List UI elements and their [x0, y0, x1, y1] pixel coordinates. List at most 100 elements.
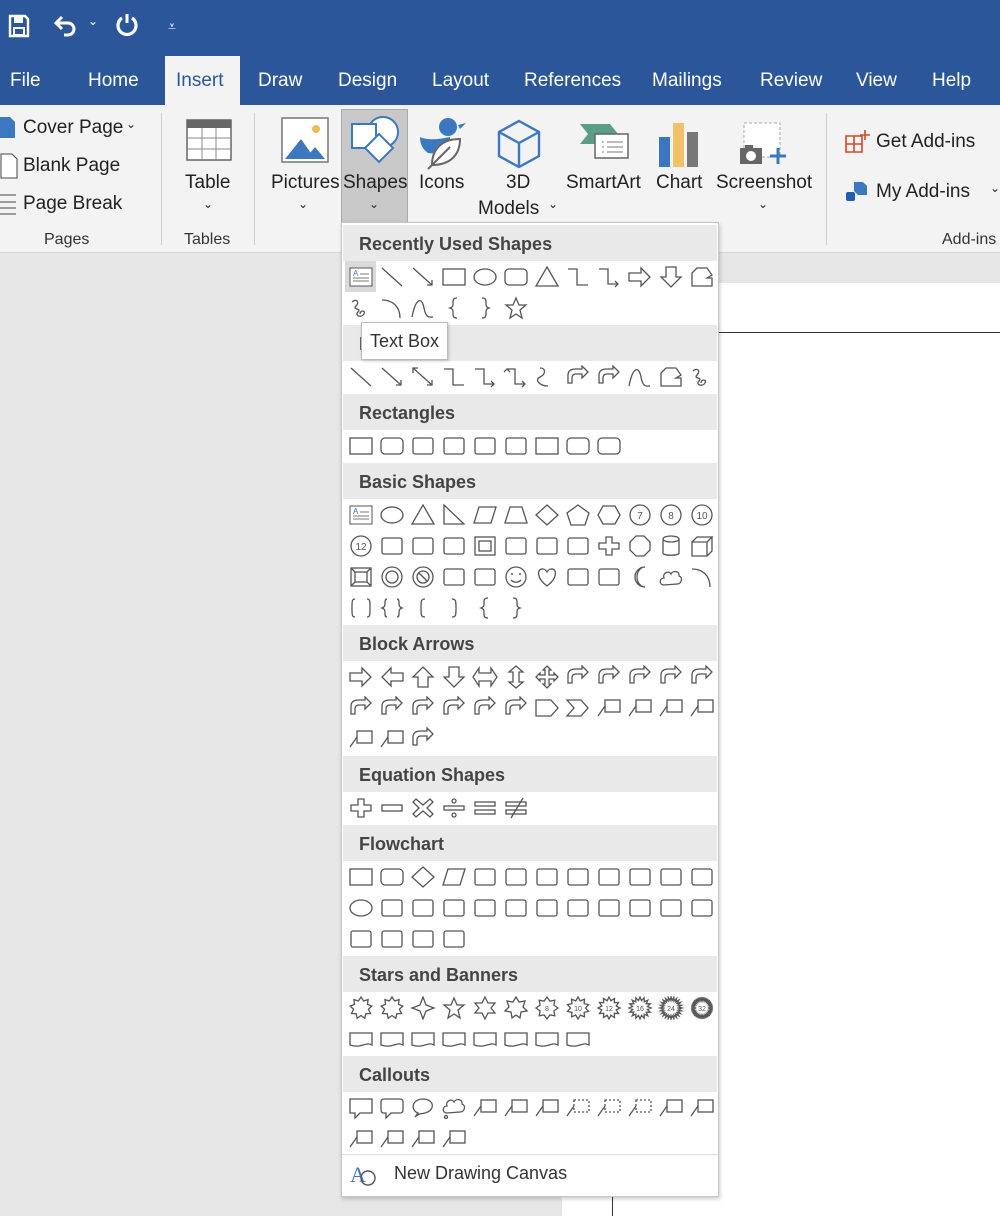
shape-snip2-rect-icon[interactable]	[438, 430, 469, 461]
shape-striped-right-arrow-icon[interactable]	[469, 692, 500, 723]
shape-rect-icon[interactable]	[438, 261, 469, 292]
shape-rounded-rect-callout-icon[interactable]	[376, 1092, 407, 1123]
shape-octagon-icon[interactable]	[624, 530, 655, 561]
shape-chevron-icon[interactable]	[562, 692, 593, 723]
shape-ellipse-icon[interactable]	[376, 499, 407, 530]
shape-ribbon-down-icon[interactable]	[376, 1023, 407, 1054]
shape-divide-icon[interactable]	[438, 792, 469, 823]
shape-magnetic-disk-icon[interactable]	[376, 923, 407, 954]
shape-double-wave-icon[interactable]	[562, 1023, 593, 1054]
tab-insert[interactable]: Insert	[165, 56, 240, 105]
undo-dropdown-icon[interactable]: ⌄	[88, 14, 98, 28]
shape-rect-icon[interactable]	[531, 430, 562, 461]
shape-multiply-icon[interactable]	[407, 792, 438, 823]
shape-minus-icon[interactable]	[376, 792, 407, 823]
shape-freeform-icon[interactable]	[686, 261, 717, 292]
shape-line-icon[interactable]	[345, 361, 376, 392]
shape-line-callout1-accent-icon[interactable]	[655, 1092, 686, 1123]
new-drawing-canvas-item[interactable]: A New Drawing Canvas	[342, 1154, 718, 1192]
shape-horizontal-scroll-icon[interactable]	[500, 1023, 531, 1054]
shape-line-callout3-icon[interactable]	[531, 1092, 562, 1123]
shape-rounded-rect-icon[interactable]	[500, 261, 531, 292]
shape-internal-storage-icon[interactable]	[500, 861, 531, 892]
shape-line-callout1-border-icon[interactable]	[376, 1123, 407, 1154]
shape-triangle-icon[interactable]	[531, 261, 562, 292]
shape-ellipse-icon[interactable]	[469, 261, 500, 292]
shape-smiley-icon[interactable]	[500, 561, 531, 592]
shape-card-icon[interactable]	[407, 892, 438, 923]
shape-left-arrow-callout-icon[interactable]	[655, 692, 686, 723]
shape-right-triangle-icon[interactable]	[438, 499, 469, 530]
shape-left-right-arrow-icon[interactable]	[469, 661, 500, 692]
shape-down-arrow-icon[interactable]	[655, 261, 686, 292]
shape-bent-arrow-icon[interactable]	[593, 661, 624, 692]
shape-bevel-icon[interactable]	[345, 561, 376, 592]
shape-line-callout1-icon[interactable]	[469, 1092, 500, 1123]
shape-right-arrow-icon[interactable]	[624, 261, 655, 292]
shape-teardrop-icon[interactable]	[438, 530, 469, 561]
shape-double-arrow-line-icon[interactable]	[407, 361, 438, 392]
tab-draw[interactable]: Draw	[248, 56, 312, 105]
shape-curve-double-arrow-icon[interactable]	[593, 361, 624, 392]
shape-vertical-scroll-icon[interactable]	[469, 1023, 500, 1054]
shape-sun-icon[interactable]	[593, 561, 624, 592]
shape-chord-icon[interactable]	[407, 530, 438, 561]
shape-delay-icon[interactable]	[686, 892, 717, 923]
shape-up-arrow-callout-icon[interactable]	[686, 692, 717, 723]
shape-line-callout2-noborder-icon[interactable]	[593, 1092, 624, 1123]
shape-cloud-callout-icon[interactable]	[438, 1092, 469, 1123]
shape-star4-icon[interactable]	[407, 992, 438, 1023]
shape-plus-icon[interactable]	[345, 792, 376, 823]
shape-curved-right-arrow-icon[interactable]	[345, 692, 376, 723]
shape-star24-icon[interactable]: 24	[655, 992, 686, 1023]
shape-curved-down-arrow-icon[interactable]	[438, 692, 469, 723]
shape-arc-icon[interactable]	[686, 561, 717, 592]
shape-pentagon-arrow-icon[interactable]	[531, 692, 562, 723]
shape-moon-icon[interactable]	[624, 561, 655, 592]
shape-donut-icon[interactable]	[376, 561, 407, 592]
shape-parallelogram-icon[interactable]	[438, 861, 469, 892]
shape-brace-right-icon[interactable]	[469, 292, 500, 323]
shape-line-callout3-border-icon[interactable]	[438, 1123, 469, 1154]
shape-block-arc-icon[interactable]	[438, 561, 469, 592]
shape-hexagon-icon[interactable]	[593, 499, 624, 530]
shape-right-arrow-icon[interactable]	[345, 661, 376, 692]
shape-arc-icon[interactable]	[376, 292, 407, 323]
shape-equal-icon[interactable]	[469, 792, 500, 823]
shape-rounded-rect-icon[interactable]	[376, 430, 407, 461]
shape-down-arrow-callout-icon[interactable]	[624, 692, 655, 723]
shape-ellipse-icon[interactable]	[345, 892, 376, 923]
shape-predefined-process-icon[interactable]	[469, 861, 500, 892]
tab-help[interactable]: Help	[922, 56, 981, 105]
shape-line-callout2-accent-icon[interactable]	[686, 1092, 717, 1123]
shape-textbox-icon[interactable]: A	[345, 499, 376, 530]
shape-bent-up-arrow-icon[interactable]	[686, 661, 717, 692]
shape-direct-access-storage-icon[interactable]	[407, 923, 438, 954]
shape-triangle-icon[interactable]	[407, 499, 438, 530]
shape-brace-left-icon[interactable]	[469, 592, 500, 623]
shape-curved-up-arrow-icon[interactable]	[407, 692, 438, 723]
shape-line-icon[interactable]	[376, 261, 407, 292]
shape-terminator-icon[interactable]	[593, 861, 624, 892]
shape-sequential-storage-icon[interactable]	[345, 923, 376, 954]
shape-cube-icon[interactable]	[686, 530, 717, 561]
shape-freeform-icon[interactable]	[655, 361, 686, 392]
shapes-button[interactable]: Shapes ⌄	[341, 109, 408, 226]
shape-right-arrow-callout-icon[interactable]	[593, 692, 624, 723]
shape-line-callout2-icon[interactable]	[500, 1092, 531, 1123]
tab-layout[interactable]: Layout	[422, 56, 499, 105]
shape-explosion2-icon[interactable]	[376, 992, 407, 1023]
shape-trapezoid-icon[interactable]	[500, 499, 531, 530]
shape-preparation-icon[interactable]	[624, 861, 655, 892]
shape-multidocument-icon[interactable]	[562, 861, 593, 892]
tab-review[interactable]: Review	[750, 56, 832, 105]
shape-quad-arrow-callout-icon[interactable]	[376, 723, 407, 754]
shape-star32-icon[interactable]: 32	[686, 992, 717, 1023]
shape-no-symbol-icon[interactable]	[407, 561, 438, 592]
shape-elbow-arrow-icon[interactable]	[469, 361, 500, 392]
shape-up-arrow-icon[interactable]	[407, 661, 438, 692]
shape-elbow-icon[interactable]	[438, 361, 469, 392]
shape-star6-icon[interactable]	[469, 992, 500, 1023]
tab-file[interactable]: File	[0, 56, 51, 105]
shape-extract-icon[interactable]	[593, 892, 624, 923]
